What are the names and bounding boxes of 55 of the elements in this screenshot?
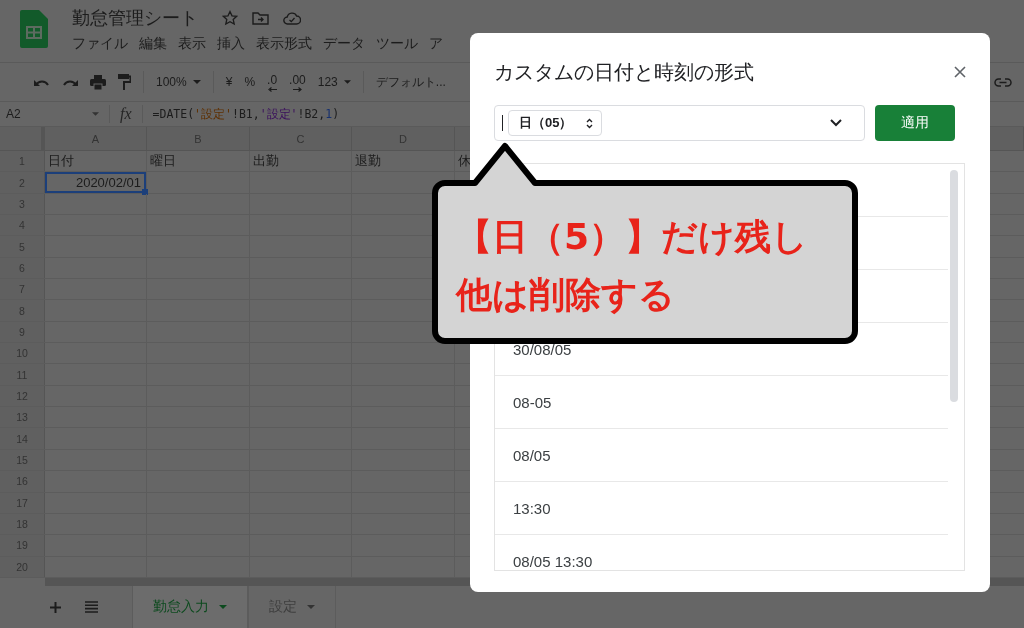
table-cell-text: 休	[457, 152, 472, 171]
menu-item[interactable]: 表示	[178, 35, 206, 53]
apply-button[interactable]: 適用	[875, 105, 955, 141]
undo-icon[interactable]	[34, 77, 50, 87]
print-icon[interactable]	[90, 74, 106, 90]
date-format-chip[interactable]: 日（05）	[508, 110, 603, 136]
add-sheet-icon[interactable]	[50, 601, 61, 613]
arrow-right-icon	[292, 86, 302, 92]
sheet-tab[interactable]: 勤怠入力	[132, 585, 248, 628]
format-option[interactable]: 13:30	[495, 482, 948, 535]
format-input-field[interactable]: 日（05）	[494, 105, 865, 141]
format-option[interactable]: 08/05	[495, 429, 948, 482]
menu-item[interactable]: 表示形式	[256, 35, 312, 53]
scrollbar[interactable]	[950, 170, 958, 402]
currency-button[interactable]: ¥	[225, 75, 233, 89]
caret-icon[interactable]	[92, 112, 99, 116]
table-cell-text: 日付	[47, 152, 75, 171]
format-option[interactable]: 08/05 13:30	[495, 535, 948, 570]
dialog-title: カスタムの日付と時刻の形式	[494, 59, 754, 85]
caret-icon	[219, 605, 227, 610]
caret-icon	[307, 605, 315, 610]
menu-item[interactable]: 編集	[139, 35, 167, 53]
table-cell-text: 曜日	[149, 152, 177, 171]
link-icon[interactable]	[994, 77, 1012, 87]
up-down-arrows-icon	[586, 117, 594, 129]
paint-roller-icon[interactable]	[118, 74, 131, 90]
name-box[interactable]: A2	[6, 107, 82, 121]
decrease-decimals-button[interactable]: .0	[267, 72, 278, 92]
format-option[interactable]: 08-05	[495, 376, 948, 429]
caret-icon	[192, 80, 201, 84]
document-title[interactable]: 勤怠管理シート	[72, 6, 198, 30]
table-cell-text: 退勤	[354, 152, 382, 171]
table-cell: 2020/02/01	[45, 172, 146, 193]
table-cell-text: 出勤	[252, 152, 280, 171]
menu-item[interactable]: ツール	[376, 35, 418, 53]
list-icon[interactable]	[85, 601, 98, 614]
zoom-dropdown[interactable]: 100%	[156, 75, 201, 89]
more-formats-button[interactable]: 123	[317, 75, 351, 89]
percent-button[interactable]: %	[244, 75, 256, 89]
increase-decimals-button[interactable]: .00	[289, 72, 306, 92]
chevron-down-icon[interactable]	[830, 119, 842, 127]
menu-item[interactable]: 挿入	[217, 35, 245, 53]
callout-text: 【日（5）】だけ残し	[456, 215, 809, 259]
folder-icon[interactable]	[252, 11, 269, 25]
function-symbol: fx	[120, 105, 132, 123]
cloud-icon[interactable]	[283, 11, 301, 25]
formula-text[interactable]: =DATE('設定'!B1,'設定'!B2,1)	[152, 106, 340, 122]
menu-item[interactable]: ファイル	[72, 35, 128, 53]
menu-item[interactable]: ア	[429, 35, 443, 53]
callout-text: 他は削除する	[456, 273, 676, 317]
menu-item[interactable]: データ	[323, 35, 365, 53]
arrow-left-icon	[267, 86, 277, 92]
caret-icon	[343, 80, 351, 84]
close-icon[interactable]	[954, 66, 966, 78]
star-icon[interactable]	[222, 10, 238, 26]
